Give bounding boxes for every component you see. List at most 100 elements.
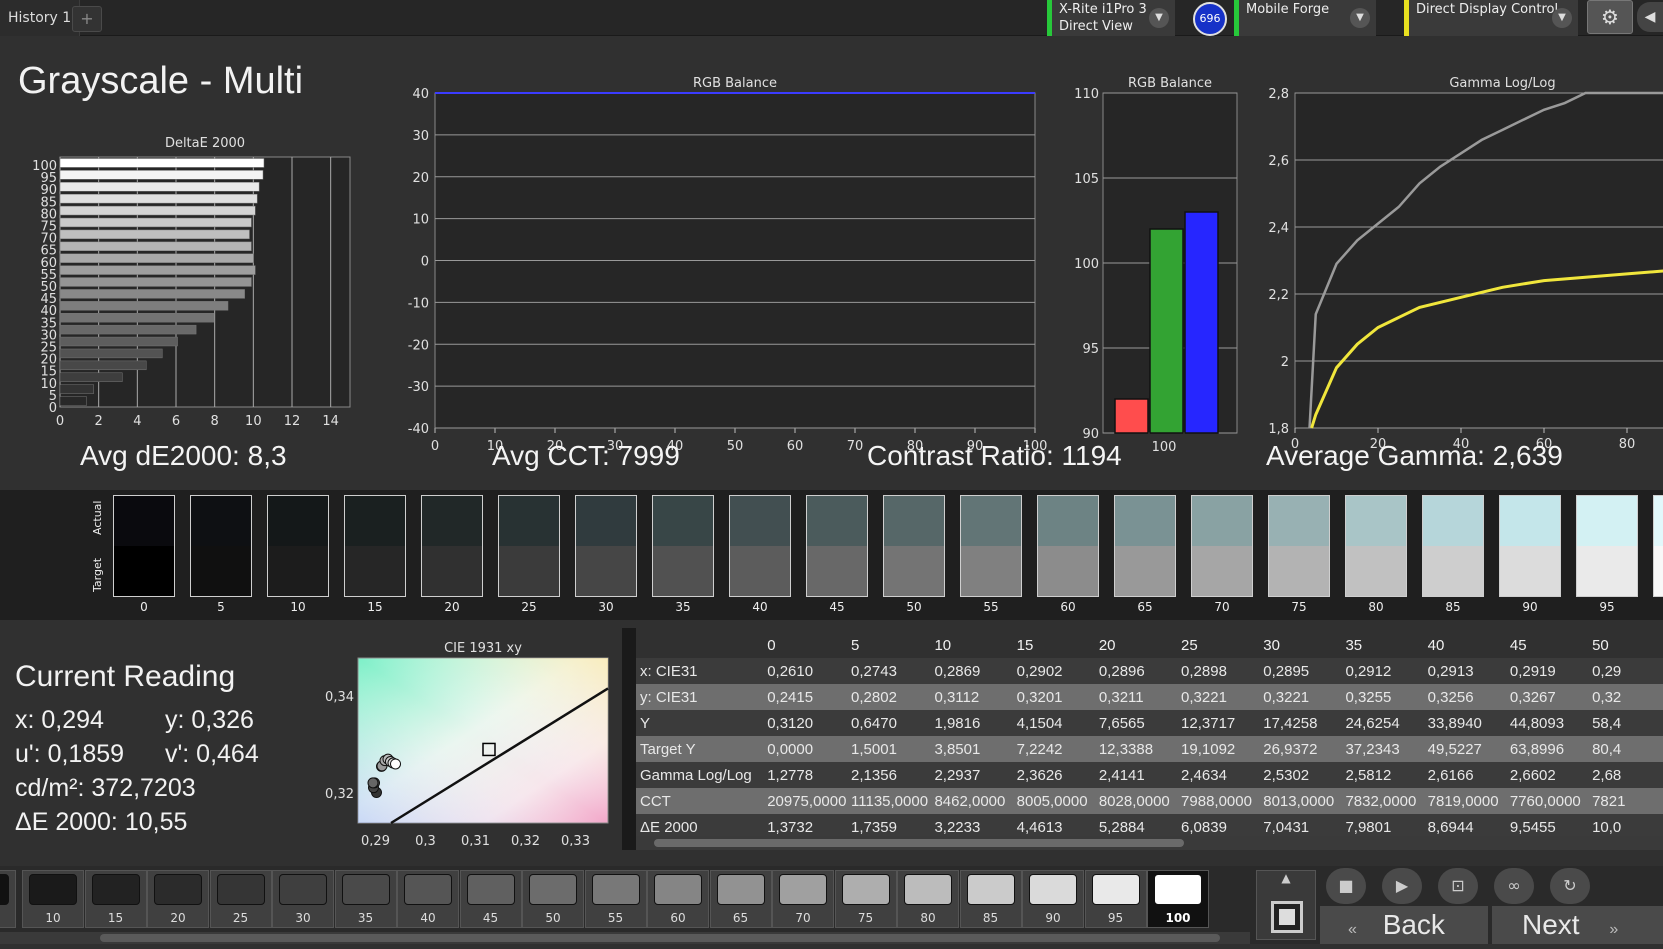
next-button[interactable]: Next » [1492,906,1663,944]
cie-x-tick: 0,29 [361,834,390,846]
patch-button[interactable] [0,870,16,928]
swatch-95[interactable] [1576,495,1638,597]
table-scrollbar[interactable] [636,836,1663,850]
swatch-5[interactable] [190,495,252,597]
table-row: x: CIE31 0,2610 0,2743 0,2869 0,2902 0,2896 0,… [636,658,1663,684]
patch-button-35[interactable]: 35 [334,870,397,928]
patch-button-70[interactable]: 70 [772,870,834,928]
rgb-line-y-tick: 30 [412,129,429,144]
table-cell: 7760,0000 [1505,788,1589,814]
table-cell: 2,5812 [1341,762,1424,788]
chevron-up-icon: ▲ [1281,871,1291,885]
patch-button-45[interactable]: 45 [459,870,522,928]
table-header: 35 [1345,636,1363,654]
patch-color [1154,874,1202,905]
swatch-90[interactable] [1499,495,1561,597]
gamma-plot-area [1294,92,1663,429]
table-cell: 37,2343 [1341,736,1424,762]
patch-button-75[interactable]: 75 [834,870,897,928]
swatch-15[interactable] [344,495,406,597]
row-label: x: CIE31 [636,658,764,684]
table-cell: 0,6470 [847,710,931,736]
swatch-10[interactable] [267,495,329,597]
target-swatch [961,546,1021,596]
patch-button-95[interactable]: 95 [1084,870,1147,928]
swatch-label: 70 [1214,600,1230,614]
table-cell: 1,5001 [847,736,931,762]
rgb-bar-x-tick: 100 [1152,440,1177,455]
stop-button[interactable]: ■ [1326,868,1366,904]
rgb-line-y-tick: 10 [412,213,429,228]
table-cell: 17,4258 [1259,710,1342,736]
patch-button-60[interactable]: 60 [647,870,709,928]
rgb-bar [1114,398,1149,434]
patch-color [1029,874,1077,905]
de-x-tick: 14 [322,414,339,429]
cie-point [390,758,401,770]
back-button[interactable]: « Back [1320,906,1488,944]
patch-button-50[interactable]: 50 [522,870,584,928]
refresh-button[interactable]: ↻ [1550,868,1590,904]
cie-y-tick: 0,34 [325,690,354,705]
patch-button-20[interactable]: 20 [147,870,209,928]
table-cell: 2,1356 [847,762,931,788]
swatch-40[interactable] [729,495,791,597]
swatch-50[interactable] [883,495,945,597]
table-cell: 4,1504 [1012,710,1095,736]
chevron-double-right-icon: » [1609,921,1619,938]
patch-button-100[interactable]: 100 [1147,870,1209,928]
table-scrollbar-thumb[interactable] [654,839,1184,847]
swatch-60[interactable] [1037,495,1099,597]
patch-scrollbar[interactable] [0,932,1250,944]
patch-button-85[interactable]: 85 [959,870,1022,928]
swatch-100[interactable] [1653,495,1663,597]
swatch-80[interactable] [1345,495,1407,597]
loop-button[interactable]: ∞ [1494,868,1534,904]
patch-label: 15 [107,911,124,925]
swatch-35[interactable] [652,495,714,597]
swatch-45[interactable] [806,495,868,597]
table-cell: 0,3256 [1423,684,1506,710]
patch-button-55[interactable]: 55 [584,870,647,928]
swatch-85[interactable] [1422,495,1484,597]
back-label: Back [1382,909,1445,940]
swatch-55[interactable] [960,495,1022,597]
de-y-tick: 0 [49,401,57,416]
swatch-label: 15 [367,600,383,614]
target-swatch [268,546,328,596]
table-cell: 0,2913 [1423,658,1506,684]
patch-button-15[interactable]: 15 [84,870,147,928]
swatch-25[interactable] [498,495,560,597]
swatch-70[interactable] [1191,495,1253,597]
patch-preview [1271,901,1303,933]
row-label: y: CIE31 [636,684,764,710]
measure-button[interactable]: ⊡ [1438,868,1478,904]
patch-button-10[interactable]: 10 [22,870,84,928]
patch-button-90[interactable]: 90 [1022,870,1084,928]
patch-button-25[interactable]: 25 [209,870,272,928]
play-button[interactable]: ▶ [1382,868,1422,904]
swatch-65[interactable] [1114,495,1176,597]
reading-x: x: 0,294 [15,706,104,734]
actual-swatch [1346,496,1406,546]
swatch-75[interactable] [1268,495,1330,597]
patch-button-65[interactable]: 65 [709,870,772,928]
swatch-label: 25 [521,600,537,614]
swatch-0[interactable] [113,495,175,597]
swatch-label: 20 [444,600,460,614]
gamma-y-tick: 1,8 [1268,422,1289,437]
gamma-y-tick: 2,4 [1268,221,1289,236]
patch-scrollbar-thumb[interactable] [100,934,1220,942]
patch-button-30[interactable]: 30 [272,870,334,928]
table-cell: 44,8093 [1505,710,1589,736]
patch-scroll-control[interactable]: ▲ [1256,870,1316,940]
patch-button-40[interactable]: 40 [397,870,459,928]
swatch-label: 0 [140,600,148,614]
swatch-20[interactable] [421,495,483,597]
actual-swatch [807,496,867,546]
patch-button-80[interactable]: 80 [897,870,959,928]
swatch-label: 75 [1291,600,1307,614]
de-bar [59,348,163,359]
de-bar [59,182,260,192]
swatch-30[interactable] [575,495,637,597]
